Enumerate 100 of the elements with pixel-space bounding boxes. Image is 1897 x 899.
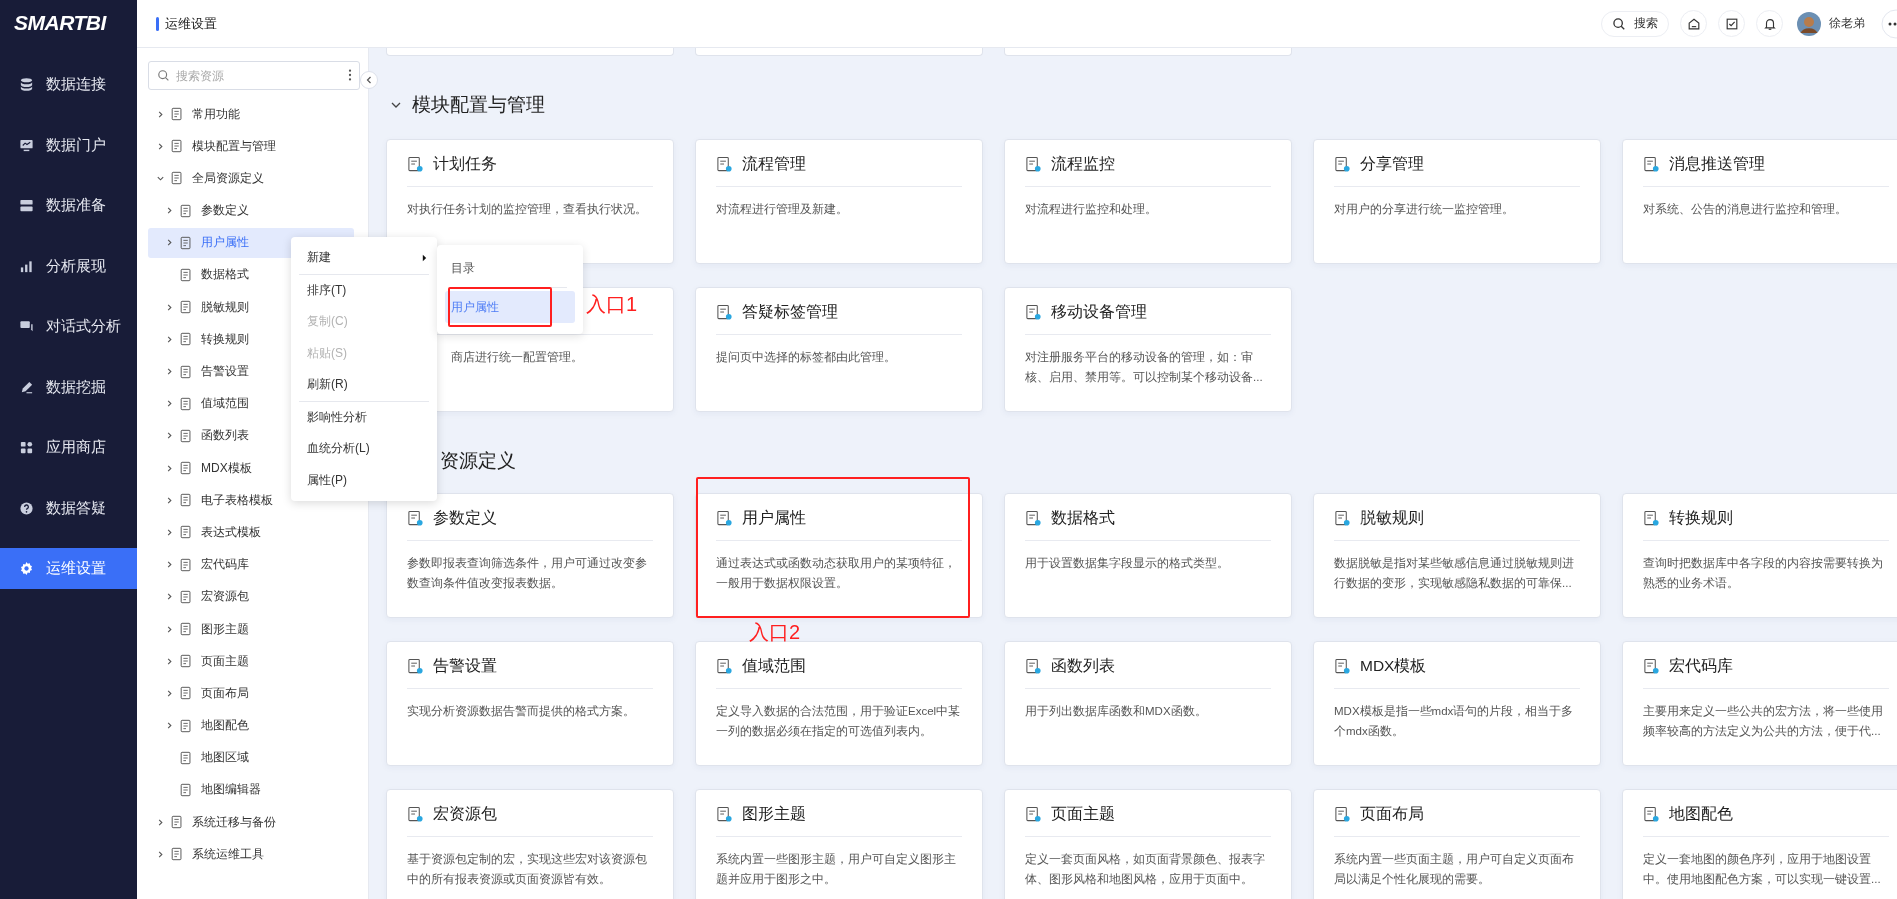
tree-item[interactable]: 页面布局 (148, 678, 354, 709)
search-field[interactable]: 搜索资源 (148, 61, 360, 90)
chevron-right-icon[interactable] (156, 849, 165, 859)
tree-item[interactable]: 地图编辑器 (148, 774, 354, 805)
chevron-right-icon[interactable] (156, 109, 165, 119)
nav-item[interactable]: 分析展现 (0, 245, 137, 287)
menu-item[interactable]: 属性(P) (291, 464, 437, 496)
module-card[interactable]: 移动设备管理 对注册服务平台的移动设备的管理，如：审核、启用、禁用等。可以控制某个移动设备... (1004, 287, 1292, 412)
nav-item[interactable]: 数据门户 (0, 124, 137, 166)
chevron-right-icon[interactable] (165, 367, 174, 376)
module-card[interactable]: 页面布局 系统内置一些页面主题，用户可自定义页面布局以满足个性化展现的需要。 (1313, 789, 1601, 899)
card-description: 系统内置一些页面主题，用户可自定义页面布局以满足个性化展现的需要。 (1334, 852, 1575, 887)
more-icon[interactable] (348, 68, 352, 82)
tree-item[interactable]: 系统运维工具 (148, 839, 354, 870)
avatar[interactable] (1797, 11, 1821, 36)
page-title: 运维设置 (165, 14, 217, 33)
module-card[interactable]: 消息推送管理 对系统、公告的消息进行监控和管理。 (1622, 139, 1897, 264)
module-card[interactable]: 流程监控 对流程进行监控和处理。 (1004, 139, 1292, 264)
module-card[interactable]: MDX模板 MDX模板是指一些mdx语句的片段，相当于多个mdx函数。 (1313, 641, 1601, 766)
nav-item[interactable]: 数据准备 (0, 185, 137, 226)
card-description: 用于设置数据集字段显示的格式类型。 (1025, 556, 1230, 571)
module-card[interactable]: 宏代码库 主要用来定义一些公共的宏方法，将一些使用频率较高的方法定义为公共的方法，便于代... (1622, 641, 1897, 766)
search-icon (157, 69, 170, 82)
tree-item[interactable]: 宏代码库 (148, 549, 354, 580)
chevron-right-icon[interactable] (165, 688, 174, 698)
module-card[interactable]: 告警设置 实现分析资源数据告警而提供的格式方案。 (386, 641, 674, 766)
chevron-right-icon[interactable] (165, 206, 174, 216)
nav-item[interactable]: 数据答疑 (0, 487, 137, 529)
chevron-right-icon[interactable] (165, 527, 174, 537)
module-card[interactable]: 参数定义 参数即报表查询筛选条件，用户可通过改变参数查询条件值改变报表数据。 (386, 493, 674, 618)
document-icon (1334, 155, 1351, 173)
chevron-right-icon[interactable] (156, 817, 165, 827)
tree-item[interactable]: 地图配色 (148, 710, 354, 741)
nav-item[interactable]: 数据连接 (0, 64, 137, 105)
document-icon (1025, 303, 1042, 321)
chevron-right-icon[interactable] (165, 431, 174, 441)
card-title: 页面主题 (1051, 803, 1115, 824)
search-button[interactable]: 搜索 (1601, 10, 1669, 37)
tree-item[interactable]: 全局资源定义 (148, 163, 354, 194)
card-title: 流程管理 (742, 153, 806, 174)
user-name[interactable]: 徐老弟 (1829, 15, 1865, 32)
document-icon (179, 782, 193, 797)
module-card[interactable]: 页面主题 定义一套页面风格，如页面背景颜色、报表字体、图形风格和地图风格，应用于页面中。 (1004, 789, 1292, 899)
module-card[interactable]: 宏资源包 基于资源包定制的宏，实现这些宏对该资源包中的所有报表资源或页面资源皆有效。 (386, 789, 674, 899)
module-card[interactable]: 图形主题 系统内置一些图形主题，用户可自定义图形主题并应用于图形之中。 (695, 789, 983, 899)
search-icon (1612, 16, 1626, 31)
title-marker (156, 16, 159, 31)
collapse-button[interactable] (360, 71, 378, 89)
chevron-right-icon[interactable] (165, 334, 174, 344)
card-title: 分享管理 (1360, 153, 1424, 174)
card-description: 对注册服务平台的移动设备的管理，如：审核、启用、禁用等。可以控制某个移动设备... (1025, 350, 1264, 385)
module-card[interactable]: 函数列表 用于列出数据库函数和MDX函数。 (1004, 641, 1292, 766)
tree-item[interactable]: 地图区域 (148, 742, 354, 773)
grid-icon (19, 440, 34, 455)
tree-item[interactable]: 页面主题 (148, 646, 354, 677)
module-card[interactable]: 答疑标签管理 提问页中选择的标签都由此管理。 (695, 287, 983, 412)
document-icon (407, 155, 424, 173)
section-title: 模块配置与管理 (412, 93, 545, 117)
module-card[interactable]: 转换规则 查询时把数据库中各字段的内容按需要转换为熟悉的业务术语。 (1622, 493, 1897, 618)
chevron-right-icon[interactable] (165, 721, 174, 731)
card-description: 对流程进行监控和处理。 (1025, 202, 1158, 217)
notification-button[interactable] (1756, 10, 1783, 37)
module-card[interactable]: 分享管理 对用户的分享进行统一监控管理。 (1313, 139, 1601, 264)
tree-item[interactable]: 参数定义 (148, 195, 354, 226)
document-icon (170, 815, 184, 830)
menu-item[interactable]: 血统分析(L) (291, 433, 437, 465)
chevron-right-icon[interactable] (165, 624, 174, 634)
tree-item[interactable]: 宏资源包 (148, 581, 354, 612)
chevron-right-icon[interactable] (165, 592, 174, 602)
chevron-right-icon[interactable] (165, 463, 174, 473)
card-description: 参数即报表查询筛选条件，用户可通过改变参数查询条件值改变报表数据。 (407, 556, 648, 591)
card-title: 答疑标签管理 (742, 301, 838, 322)
chevron-right-icon[interactable] (156, 141, 165, 151)
chevron-right-icon[interactable] (165, 495, 174, 505)
task-button[interactable] (1718, 10, 1745, 37)
home-button[interactable] (1680, 10, 1707, 37)
nav-item[interactable]: 数据挖掘 (0, 366, 137, 408)
module-card[interactable]: 流程管理 对流程进行管理及新建。 (695, 139, 983, 264)
tree-item[interactable]: 系统迁移与备份 (148, 807, 354, 838)
module-card[interactable]: 地图配色 定义一套地图的颜色序列，应用于地图设置中。使用地图配色方案，可以实现一键设置... (1622, 789, 1897, 899)
module-card[interactable]: 脱敏规则 数据脱敏是指对某些敏感信息通过脱敏规则进行数据的变形，实现敏感隐私数据的可靠保... (1313, 493, 1601, 618)
chevron-right-icon[interactable] (165, 560, 174, 570)
tree-item[interactable]: 图形主题 (148, 614, 354, 644)
card-title: 宏代码库 (1669, 655, 1733, 676)
document-icon (407, 657, 424, 675)
tree-item[interactable]: 模块配置与管理 (148, 131, 354, 162)
tree-item[interactable]: 常用功能 (148, 99, 354, 129)
chevron-right-icon[interactable] (165, 399, 174, 409)
tree-item[interactable]: 表达式模板 (148, 517, 354, 548)
card-description: 对流程进行管理及新建。 (716, 202, 849, 217)
chevron-right-icon[interactable] (165, 238, 174, 248)
module-card[interactable]: 数据格式 用于设置数据集字段显示的格式类型。 (1004, 493, 1292, 618)
nav-item[interactable]: 对话式分析 (0, 306, 137, 347)
module-card[interactable]: 值域范围 定义导入数据的合法范围，用于验证Excel中某一列的数据必须在指定的可选值列表内。 (695, 641, 983, 766)
nav-item[interactable]: 应用商店 (0, 427, 137, 468)
chevron-right-icon[interactable] (165, 302, 174, 312)
nav-item[interactable]: 运维设置 (0, 548, 137, 589)
document-icon (179, 557, 193, 572)
module-card[interactable]: 用户属性 通过表达式或函数动态获取用户的某项特征，一般用于数据权限设置。 (695, 493, 983, 618)
chevron-right-icon[interactable] (165, 656, 174, 666)
